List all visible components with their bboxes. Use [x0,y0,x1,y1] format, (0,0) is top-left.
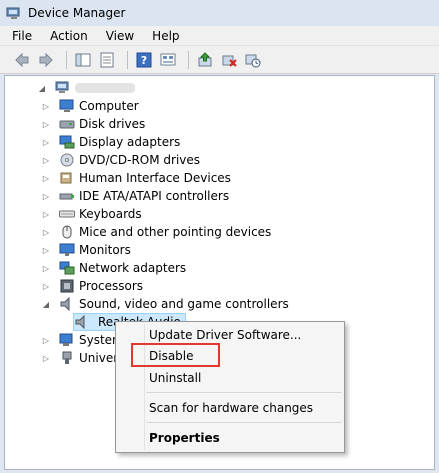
tree-item-usb-controllers[interactable]: ▷ Univers [41,349,124,367]
tree-item-label: Display adapters [79,135,181,149]
expand-arrow-icon[interactable]: ▷ [41,119,51,129]
menu-action[interactable]: Action [50,29,88,43]
toolbar-separator [127,50,128,69]
expand-arrow-icon[interactable]: ▷ [41,101,51,111]
tree-item-label: IDE ATA/ATAPI controllers [79,189,230,203]
expand-arrow-icon[interactable]: ▷ [41,263,51,273]
tree-item-disk-drives[interactable]: ▷ Disk drives [41,115,145,133]
menu-scan-hardware[interactable]: Scan for hardware changes [116,397,344,419]
toolbar-separator [188,50,189,69]
tree-item-label: Mice and other pointing devices [79,225,272,239]
system-device-icon [59,333,75,347]
forward-arrow-icon[interactable] [36,50,56,70]
menu-help[interactable]: Help [152,29,179,43]
tree-item-ide-controllers[interactable]: ▷ IDE ATA/ATAPI controllers [41,187,229,205]
tree-item-mice[interactable]: ▷ Mice and other pointing devices [41,223,271,241]
menu-bar: File Action View Help [0,26,439,46]
speaker-icon [74,314,90,330]
tree-root[interactable]: ◢ [37,79,135,97]
disable-highlight-annotation [131,343,220,367]
expand-arrow-icon[interactable]: ▷ [41,209,51,219]
context-menu: Update Driver Software... Disable Uninst… [115,321,345,453]
tree-item-label: Sound, video and game controllers [79,297,289,311]
hid-icon [59,171,75,185]
expand-arrow-icon[interactable]: ▷ [41,155,51,165]
expand-arrow-icon[interactable]: ▷ [41,191,51,201]
tree-item-dvd-drives[interactable]: ▷ DVD/CD-ROM drives [41,151,200,169]
tree-item-sound-controllers[interactable]: ◢ Sound, video and game controllers [41,295,289,313]
menu-file[interactable]: File [12,29,32,43]
toolbar: ? [0,46,439,74]
expand-arrow-icon[interactable]: ▷ [41,245,51,255]
tree-item-label: Network adapters [79,261,187,275]
uninstall-icon[interactable] [219,50,239,70]
menu-separator [146,392,342,393]
device-view-icon[interactable] [158,50,178,70]
tree-item-keyboards[interactable]: ▷ Keyboards [41,205,142,223]
network-adapter-icon [59,261,75,275]
back-arrow-icon[interactable] [12,50,32,70]
menu-separator [146,422,342,423]
tree-item-label: Computer [79,99,139,113]
collapse-arrow-icon[interactable]: ◢ [41,299,51,309]
scan-hardware-icon[interactable] [243,50,263,70]
tree-item-label: Monitors [79,243,131,257]
computer-name-redacted [75,83,135,93]
menu-view[interactable]: View [106,29,134,43]
tree-item-network-adapters[interactable]: ▷ Network adapters [41,259,186,277]
properties-icon[interactable] [97,50,117,70]
expand-arrow-icon[interactable]: ▷ [41,227,51,237]
tree-item-label: Processors [79,279,144,293]
tree-item-hid[interactable]: ▷ Human Interface Devices [41,169,231,187]
display-adapter-icon [59,135,75,149]
tree-item-processors[interactable]: ▷ Processors [41,277,143,295]
tree-item-label: DVD/CD-ROM drives [79,153,201,167]
tree-item-label: Human Interface Devices [79,171,231,185]
expand-arrow-icon[interactable]: ▷ [41,335,51,345]
disk-drive-icon [59,117,75,131]
usb-controller-icon [59,351,75,365]
expand-arrow-icon[interactable]: ▷ [41,173,51,183]
expand-arrow-icon[interactable]: ▷ [41,137,51,147]
tree-item-label: Keyboards [79,207,142,221]
tree-item-label: Disk drives [79,117,146,131]
tree-item-monitors[interactable]: ▷ Monitors [41,241,131,259]
dvd-drive-icon [59,153,75,167]
help-icon[interactable]: ? [134,50,154,70]
device-manager-icon [6,6,22,20]
monitor-icon [59,243,75,257]
update-driver-icon[interactable] [195,50,215,70]
expand-arrow-icon[interactable]: ▷ [41,281,51,291]
window-title: Device Manager [28,6,126,20]
tree-item-system-devices[interactable]: ▷ System [41,331,124,349]
tree-item-display-adapters[interactable]: ▷ Display adapters [41,133,180,151]
computer-root-icon [55,81,71,95]
toolbar-separator [66,50,67,69]
collapse-arrow-icon[interactable]: ◢ [37,83,47,93]
menu-uninstall[interactable]: Uninstall [116,367,344,389]
processor-icon [59,279,75,293]
tree-item-computer[interactable]: ▷ Computer [41,97,139,115]
speaker-icon [59,296,75,312]
svg-text:?: ? [141,54,147,67]
ide-controller-icon [59,189,75,203]
mouse-icon [59,225,75,239]
menu-properties[interactable]: Properties [116,427,344,449]
title-bar: Device Manager [0,0,439,26]
keyboard-icon [59,207,75,221]
computer-icon [59,99,75,113]
expand-arrow-icon[interactable]: ▷ [41,353,51,363]
show-hide-tree-icon[interactable] [73,50,93,70]
